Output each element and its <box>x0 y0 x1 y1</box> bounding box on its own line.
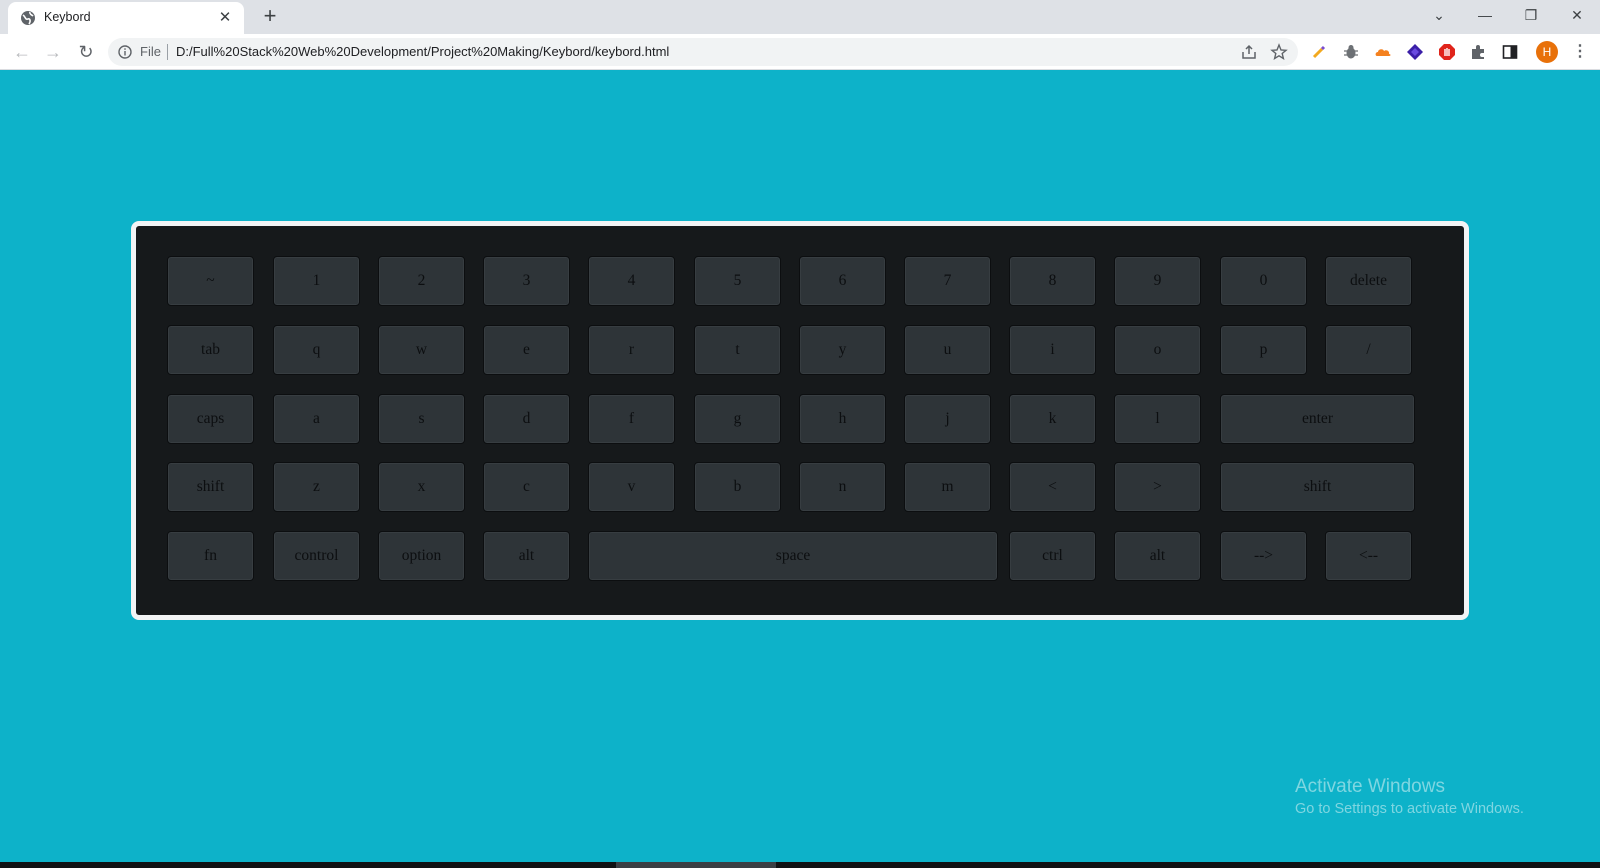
adblock-extension-icon[interactable] <box>1438 43 1456 61</box>
side-panel-icon[interactable] <box>1501 43 1519 61</box>
key-fn[interactable]: fn <box>167 531 254 581</box>
cloud-extension-icon[interactable] <box>1374 43 1392 61</box>
key-t[interactable]: t <box>694 325 781 375</box>
key-p[interactable]: p <box>1220 325 1307 375</box>
key-option[interactable]: option <box>378 531 465 581</box>
key-1[interactable]: 1 <box>273 256 360 306</box>
minimize-button[interactable]: — <box>1462 0 1508 30</box>
activate-windows-watermark: Activate Windows Go to Settings to activ… <box>1295 776 1524 817</box>
key-n[interactable]: n <box>799 462 886 512</box>
key-z[interactable]: z <box>273 462 360 512</box>
key-b[interactable]: b <box>694 462 781 512</box>
key-3[interactable]: 3 <box>483 256 570 306</box>
key-o[interactable]: o <box>1114 325 1201 375</box>
info-icon[interactable] <box>118 45 132 59</box>
key-shift-right[interactable]: shift <box>1220 462 1415 512</box>
key-arrow-right[interactable]: --> <box>1220 531 1307 581</box>
key-tilde[interactable]: ~ <box>167 256 254 306</box>
diamond-extension-icon[interactable] <box>1406 43 1424 61</box>
keyboard: ~1 2 3 4 5 6 7 8 9 0 delete tab q w e r t y u i o p / caps a s d f g… <box>131 221 1469 620</box>
close-window-button[interactable]: ✕ <box>1554 0 1600 30</box>
key-d[interactable]: d <box>483 394 570 444</box>
key-k[interactable]: k <box>1009 394 1096 444</box>
key-a[interactable]: a <box>273 394 360 444</box>
key-greater-than[interactable]: > <box>1114 462 1201 512</box>
key-alt-left[interactable]: alt <box>483 531 570 581</box>
activate-windows-title: Activate Windows <box>1295 776 1445 797</box>
bookmark-star-icon[interactable] <box>1270 43 1288 61</box>
reload-button[interactable]: ↻ <box>74 40 98 64</box>
key-9[interactable]: 9 <box>1114 256 1201 306</box>
tab-close-icon[interactable]: ✕ <box>216 9 234 27</box>
key-8[interactable]: 8 <box>1009 256 1096 306</box>
taskbar-active-app[interactable] <box>616 862 776 868</box>
key-v[interactable]: v <box>588 462 675 512</box>
forward-button[interactable]: → <box>41 40 65 64</box>
key-j[interactable]: j <box>904 394 991 444</box>
browser-menu-icon[interactable]: ⋮ <box>1572 41 1588 63</box>
key-2[interactable]: 2 <box>378 256 465 306</box>
extensions-puzzle-icon[interactable] <box>1469 43 1487 61</box>
key-arrow-left[interactable]: <-- <box>1325 531 1412 581</box>
key-y[interactable]: y <box>799 325 886 375</box>
activate-windows-subtitle: Go to Settings to activate Windows. <box>1295 801 1524 817</box>
key-control[interactable]: control <box>273 531 360 581</box>
key-6[interactable]: 6 <box>799 256 886 306</box>
key-ctrl[interactable]: ctrl <box>1009 531 1096 581</box>
key-enter[interactable]: enter <box>1220 394 1415 444</box>
url-text[interactable]: D:/Full%20Stack%20Web%20Development/Proj… <box>176 44 669 59</box>
profile-avatar[interactable]: H <box>1536 41 1558 63</box>
browser-tab-strip: Keybord ✕ + ⌄ — ❐ ✕ <box>0 0 1600 34</box>
key-c[interactable]: c <box>483 462 570 512</box>
key-x[interactable]: x <box>378 462 465 512</box>
bug-extension-icon[interactable] <box>1342 43 1360 61</box>
browser-toolbar: ← → ↻ File D:/Full%20Stack%20Web%20Devel… <box>0 34 1600 70</box>
key-e[interactable]: e <box>483 325 570 375</box>
key-u[interactable]: u <box>904 325 991 375</box>
key-h[interactable]: h <box>799 394 886 444</box>
address-bar[interactable]: File D:/Full%20Stack%20Web%20Development… <box>108 38 1298 66</box>
key-delete[interactable]: delete <box>1325 256 1412 306</box>
browser-tab[interactable]: Keybord ✕ <box>8 2 244 34</box>
key-w[interactable]: w <box>378 325 465 375</box>
globe-icon <box>20 10 36 26</box>
scheme-label: File <box>140 44 161 59</box>
key-7[interactable]: 7 <box>904 256 991 306</box>
key-5[interactable]: 5 <box>694 256 781 306</box>
color-picker-extension-icon[interactable] <box>1310 43 1328 61</box>
key-space[interactable]: space <box>588 531 998 581</box>
key-caps[interactable]: caps <box>167 394 254 444</box>
key-g[interactable]: g <box>694 394 781 444</box>
new-tab-button[interactable]: + <box>258 5 282 29</box>
key-s[interactable]: s <box>378 394 465 444</box>
key-shift-left[interactable]: shift <box>167 462 254 512</box>
tab-search-icon[interactable]: ⌄ <box>1416 0 1462 30</box>
back-button[interactable]: ← <box>10 40 34 64</box>
restore-button[interactable]: ❐ <box>1508 0 1554 30</box>
taskbar <box>0 862 1600 868</box>
key-0[interactable]: 0 <box>1220 256 1307 306</box>
tab-title: Keybord <box>44 10 91 24</box>
key-f[interactable]: f <box>588 394 675 444</box>
share-icon[interactable] <box>1240 43 1258 61</box>
key-l[interactable]: l <box>1114 394 1201 444</box>
address-divider <box>167 44 168 60</box>
key-tab[interactable]: tab <box>167 325 254 375</box>
key-q[interactable]: q <box>273 325 360 375</box>
key-slash[interactable]: / <box>1325 325 1412 375</box>
key-less-than[interactable]: < <box>1009 462 1096 512</box>
key-m[interactable]: m <box>904 462 991 512</box>
key-alt-right[interactable]: alt <box>1114 531 1201 581</box>
key-4[interactable]: 4 <box>588 256 675 306</box>
key-r[interactable]: r <box>588 325 675 375</box>
key-i[interactable]: i <box>1009 325 1096 375</box>
